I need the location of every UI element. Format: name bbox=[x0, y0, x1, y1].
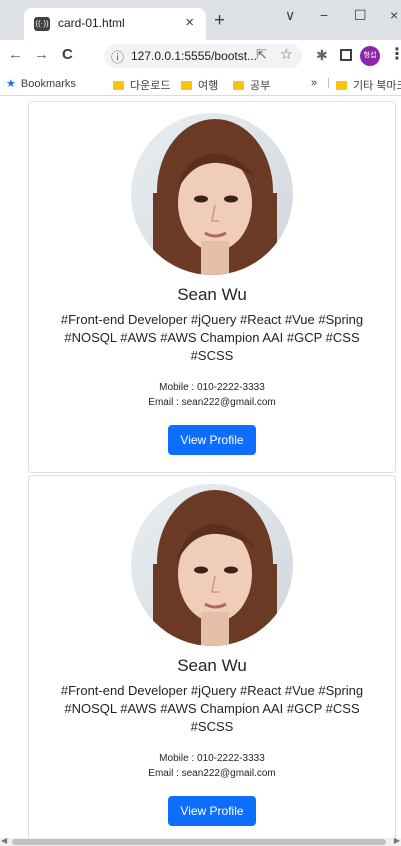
address-bar[interactable]: ⓘ 127.0.0.1:5555/bootst... ⇱ ☆ bbox=[104, 44, 302, 68]
bookmark-folder-study[interactable]: 공부 bbox=[233, 77, 270, 93]
tab-close-icon[interactable]: × bbox=[185, 14, 194, 31]
page-viewport: Sean Wu #Front-end Developer #jQuery #Re… bbox=[0, 96, 401, 846]
maximize-button[interactable]: ☐ bbox=[354, 7, 367, 24]
profile-mobile: Mobile : 010-2222-3333 bbox=[159, 382, 265, 393]
folder-icon bbox=[181, 81, 192, 90]
profile-email: Email : sean222@gmail.com bbox=[148, 768, 276, 779]
share-icon[interactable]: ⇱ bbox=[256, 47, 267, 63]
new-tab-button[interactable]: + bbox=[214, 10, 225, 32]
forward-button[interactable]: → bbox=[34, 46, 49, 63]
profile-photo bbox=[131, 484, 293, 646]
back-button[interactable]: ← bbox=[8, 46, 23, 63]
bookmarks-overflow-button[interactable]: » bbox=[311, 77, 317, 89]
menu-kebab-icon[interactable]: ⋮ bbox=[389, 44, 401, 64]
reload-button[interactable]: C bbox=[62, 46, 73, 63]
navigation-toolbar: ← → C ⓘ 127.0.0.1:5555/bootst... ⇱ ☆ ✱ 형… bbox=[0, 40, 401, 72]
bookmark-folder-downloads[interactable]: 다운로드 bbox=[113, 77, 170, 93]
tab-title: card-01.html bbox=[58, 16, 125, 30]
profile-avatar[interactable]: 형섭 bbox=[360, 46, 380, 66]
profile-tags: #Front-end Developer #jQuery #React #Vue… bbox=[60, 683, 364, 734]
profile-name: Sean Wu bbox=[177, 656, 247, 675]
scroll-left-icon[interactable]: ◀ bbox=[1, 836, 7, 845]
horizontal-scrollbar[interactable]: ◀ ▶ bbox=[0, 836, 401, 846]
scrollbar-thumb[interactable] bbox=[12, 839, 386, 845]
folder-icon bbox=[233, 81, 244, 90]
bookmarks-item[interactable]: ★ Bookmarks bbox=[6, 77, 76, 90]
url-text: 127.0.0.1:5555/bootst... bbox=[131, 49, 258, 63]
folder-icon bbox=[336, 81, 347, 90]
tab-card-01[interactable]: ((·)) card-01.html × bbox=[24, 8, 206, 40]
profile-email: Email : sean222@gmail.com bbox=[148, 397, 276, 408]
minimize-button[interactable]: − bbox=[320, 7, 328, 23]
profile-card: Sean Wu #Front-end Developer #jQuery #Re… bbox=[28, 101, 396, 473]
profile-photo bbox=[131, 113, 293, 275]
site-info-icon[interactable]: ⓘ bbox=[111, 47, 124, 66]
bookmark-star-icon[interactable]: ☆ bbox=[280, 46, 293, 63]
page-favicon-icon: ((·)) bbox=[34, 17, 50, 31]
scroll-right-icon[interactable]: ▶ bbox=[394, 836, 400, 845]
bookmark-folder-travel[interactable]: 여행 bbox=[181, 77, 218, 93]
bookmarks-star-icon: ★ bbox=[6, 78, 16, 90]
view-profile-button[interactable]: View Profile bbox=[168, 425, 256, 455]
view-profile-button[interactable]: View Profile bbox=[168, 796, 256, 826]
extensions-icon[interactable]: ✱ bbox=[316, 47, 328, 64]
close-window-button[interactable]: × bbox=[390, 7, 398, 23]
folder-icon bbox=[113, 81, 124, 90]
side-panel-icon[interactable] bbox=[340, 49, 352, 61]
tab-strip: ((·)) card-01.html × + ∨ − ☐ × bbox=[0, 0, 401, 40]
profile-name: Sean Wu bbox=[177, 285, 247, 304]
bookmarks-divider: | bbox=[327, 77, 330, 89]
bookmarks-bar: ★Bookmarks 다운로드 여행 공부 » | 기타 북마크 bbox=[0, 72, 401, 96]
profile-card: Sean Wu #Front-end Developer #jQuery #Re… bbox=[28, 475, 396, 846]
profile-tags: #Front-end Developer #jQuery #React #Vue… bbox=[60, 312, 364, 363]
browser-chrome: ((·)) card-01.html × + ∨ − ☐ × ← → C ⓘ 1… bbox=[0, 0, 401, 96]
tab-search-icon[interactable]: ∨ bbox=[285, 7, 295, 24]
other-bookmarks-folder[interactable]: 기타 북마크 bbox=[336, 77, 401, 93]
profile-mobile: Mobile : 010-2222-3333 bbox=[159, 753, 265, 764]
